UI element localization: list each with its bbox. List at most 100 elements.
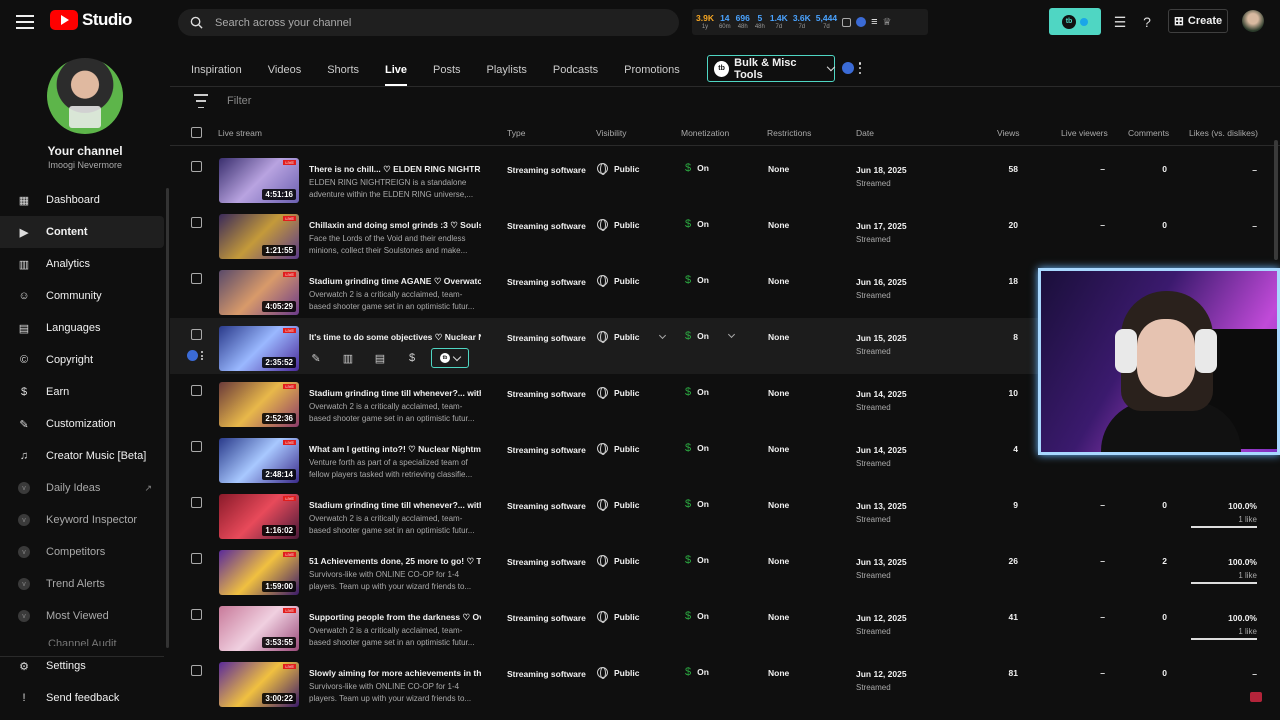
edit-icon[interactable]: ✎: [309, 351, 323, 365]
monetization-cell[interactable]: $ On: [685, 330, 735, 342]
video-thumbnail[interactable]: LIVE 4:51:16: [219, 158, 299, 203]
video-thumbnail[interactable]: LIVE 4:05:29: [219, 270, 299, 315]
tab-videos[interactable]: Videos: [255, 54, 314, 86]
header-visibility[interactable]: Visibility: [596, 128, 627, 138]
sidebar-item-most-viewed[interactable]: v Most Viewed: [0, 600, 164, 632]
vidiq-icon[interactable]: [842, 62, 854, 74]
help-icon[interactable]: ?: [1137, 12, 1157, 32]
visibility-cell[interactable]: Public: [597, 331, 666, 343]
video-title[interactable]: What am I getting into?! ♡ Nuclear Night…: [309, 444, 481, 455]
tubebuddy-menu-button[interactable]: tb: [431, 348, 469, 368]
tab-inspiration[interactable]: Inspiration: [178, 54, 255, 86]
filter-icon[interactable]: [191, 94, 211, 108]
tab-playlists[interactable]: Playlists: [474, 54, 540, 86]
video-title[interactable]: Supporting people from the darkness ♡ Ov…: [309, 612, 481, 623]
channel-avatar[interactable]: [47, 58, 123, 134]
video-title[interactable]: It's time to do some objectives ♡ Nuclea…: [309, 332, 481, 343]
sidebar-item-customization[interactable]: ✎ Customization: [0, 408, 164, 440]
table-row[interactable]: LIVE 1:59:00 51 Achievements done, 25 more…: [170, 542, 1280, 598]
sidebar-item-dashboard[interactable]: ▦ Dashboard: [0, 184, 164, 216]
row-checkbox[interactable]: [191, 161, 202, 172]
sidebar-item-creator-music-beta[interactable]: ♫ Creator Music [Beta]: [0, 440, 164, 472]
sidebar-item-content[interactable]: ▶ Content: [0, 216, 164, 248]
vidiq-icon[interactable]: [856, 17, 867, 27]
table-row[interactable]: LIVE 1:21:55 Chillaxin and doing smol grin…: [170, 206, 1280, 262]
vidiq-extension-button[interactable]: tb: [1049, 8, 1101, 35]
monetization-icon[interactable]: $: [405, 351, 419, 365]
sidebar-item-analytics[interactable]: ▥ Analytics: [0, 248, 164, 280]
create-button[interactable]: ⊞ Create: [1168, 9, 1228, 33]
header-views[interactable]: Views: [997, 128, 1020, 138]
video-thumbnail[interactable]: LIVE 2:52:36: [219, 382, 299, 427]
analytics-icon[interactable]: ▥: [341, 351, 355, 365]
tab-posts[interactable]: Posts: [420, 54, 474, 86]
header-date[interactable]: Date: [856, 128, 874, 138]
chevron-down-icon[interactable]: [727, 330, 735, 339]
video-title[interactable]: Slowly aiming for more achievements in t…: [309, 668, 481, 678]
bulk-misc-tools-button[interactable]: tb Bulk & Misc Tools: [707, 55, 836, 82]
table-row[interactable]: LIVE 3:53:55 Supporting people from the da…: [170, 598, 1280, 654]
row-checkbox[interactable]: [191, 385, 202, 396]
sidebar-item-cut[interactable]: Channel Audit: [48, 638, 117, 646]
video-title[interactable]: Chillaxin and doing smol grinds :3 ♡ Sou…: [309, 220, 481, 231]
sidebar-item-keyword-inspector[interactable]: v Keyword Inspector: [0, 504, 164, 536]
table-row[interactable]: LIVE 4:51:16 There is no chill... ♡ ELDEN …: [170, 150, 1280, 206]
header-live-stream[interactable]: Live stream: [218, 128, 262, 138]
sidebar-item-send-feedback[interactable]: ! Send feedback: [0, 682, 164, 714]
video-title[interactable]: Stadium grinding time till whenever?... …: [309, 500, 481, 510]
video-title[interactable]: 51 Achievements done, 25 more to go! ♡ T…: [309, 556, 481, 567]
search-input[interactable]: [215, 16, 635, 29]
filter-input[interactable]: [227, 95, 369, 107]
vidiq-icon[interactable]: [187, 350, 198, 361]
row-checkbox[interactable]: [191, 609, 202, 620]
sidebar-item-community[interactable]: ☺ Community: [0, 280, 164, 312]
row-checkbox[interactable]: [191, 665, 202, 676]
video-thumbnail[interactable]: LIVE 1:16:02: [219, 494, 299, 539]
chevron-down-icon[interactable]: [658, 331, 666, 339]
sidebar-item-languages[interactable]: ▤ Languages: [0, 312, 164, 344]
header-likes[interactable]: Likes (vs. dislikes): [1189, 128, 1258, 138]
sidebar-item-settings[interactable]: ⚙ Settings: [0, 650, 164, 682]
sidebar-scrollbar[interactable]: [166, 188, 169, 648]
sidebar-item-daily-ideas[interactable]: v Daily Ideas ↗: [0, 472, 164, 504]
video-thumbnail[interactable]: LIVE 3:00:22: [219, 662, 299, 707]
search-bar[interactable]: [178, 9, 679, 36]
studio-logo[interactable]: Studio: [50, 10, 132, 30]
more-options-icon[interactable]: [201, 351, 203, 360]
tab-shorts[interactable]: Shorts: [314, 54, 372, 86]
row-checkbox[interactable]: [191, 553, 202, 564]
row-checkbox[interactable]: [191, 273, 202, 284]
hamburger-menu-icon[interactable]: [14, 12, 36, 32]
select-all-checkbox[interactable]: [191, 127, 202, 138]
sidebar-item-earn[interactable]: $ Earn: [0, 376, 164, 408]
row-checkbox[interactable]: [191, 441, 202, 452]
header-type[interactable]: Type: [507, 128, 525, 138]
video-thumbnail[interactable]: LIVE 1:59:00: [219, 550, 299, 595]
more-options-icon[interactable]: [858, 62, 862, 74]
tab-promotions[interactable]: Promotions: [611, 54, 693, 86]
list-icon[interactable]: ≡: [871, 16, 877, 28]
sidebar-item-competitors[interactable]: v Competitors: [0, 536, 164, 568]
sidebar-item-copyright[interactable]: © Copyright: [0, 344, 164, 376]
main-scrollbar[interactable]: [1274, 140, 1278, 260]
messages-icon[interactable]: ☰: [1110, 12, 1130, 32]
tab-live[interactable]: Live: [372, 54, 420, 86]
stats-box-icon[interactable]: [842, 17, 852, 27]
header-monetization[interactable]: Monetization: [681, 128, 729, 138]
header-restrictions[interactable]: Restrictions: [767, 128, 811, 138]
header-live-viewers[interactable]: Live viewers: [1061, 128, 1108, 138]
video-thumbnail[interactable]: LIVE 1:21:55: [219, 214, 299, 259]
video-title[interactable]: There is no chill... ♡ ELDEN RING NIGHTR…: [309, 164, 481, 175]
row-checkbox[interactable]: [191, 497, 202, 508]
table-row[interactable]: LIVE 3:00:22 Slowly aiming for more achiev…: [170, 654, 1280, 710]
video-thumbnail[interactable]: LIVE 3:53:55: [219, 606, 299, 651]
header-comments[interactable]: Comments: [1128, 128, 1169, 138]
tab-podcasts[interactable]: Podcasts: [540, 54, 611, 86]
trophy-icon[interactable]: ♕: [882, 17, 891, 28]
video-title[interactable]: Stadium grinding time AGANE ♡ Overwatc..…: [309, 276, 481, 287]
video-title[interactable]: Stadium grinding time till whenever?... …: [309, 388, 481, 398]
table-row[interactable]: LIVE 1:16:02 Stadium grinding time till wh…: [170, 486, 1280, 542]
row-checkbox[interactable]: [191, 217, 202, 228]
video-thumbnail[interactable]: LIVE 2:48:14: [219, 438, 299, 483]
sidebar-item-trend-alerts[interactable]: v Trend Alerts: [0, 568, 164, 600]
